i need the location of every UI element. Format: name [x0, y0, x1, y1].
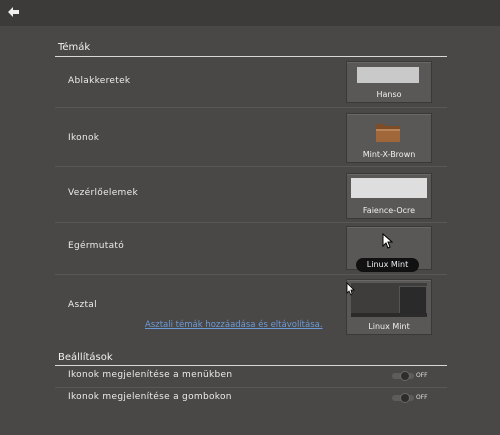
controls-theme-name: Faience-Ocre — [362, 206, 416, 215]
row-divider — [55, 222, 447, 223]
panel-preview — [351, 313, 427, 317]
icons-theme-button[interactable]: Mint-X-Brown — [346, 113, 432, 163]
tooltip: Linux Mint — [356, 258, 419, 272]
toggle-label-button-icons: Ikonok megjelenítése a gombokon — [68, 392, 232, 402]
row-label-desktop: Asztal — [68, 300, 97, 310]
back-arrow-icon[interactable] — [7, 7, 21, 19]
window-borders-theme-button[interactable]: Hanso — [346, 61, 432, 103]
section-title-themes: Témák — [58, 42, 91, 53]
section-divider — [55, 56, 447, 57]
desktop-preview — [351, 283, 427, 317]
row-label-mouse-pointer: Egérmutató — [68, 241, 125, 251]
section-title-settings: Beállítások — [58, 352, 113, 363]
desktop-theme-name: Linux Mint — [368, 322, 410, 331]
cursor-preview-icon — [382, 232, 394, 253]
desktop-theme-button[interactable]: Linux Mint — [346, 279, 432, 335]
row-label-icons: Ikonok — [68, 133, 100, 143]
mouse-cursor-icon — [346, 281, 356, 300]
row-divider — [55, 107, 447, 108]
section-divider — [55, 365, 447, 366]
row-divider — [55, 274, 447, 275]
row-divider — [55, 166, 447, 167]
toggle-label-menu-icons: Ikonok megjelenítése a menükben — [68, 370, 233, 380]
controls-theme-button[interactable]: Faience-Ocre — [346, 173, 432, 219]
toggle-state: OFF — [416, 394, 428, 401]
icons-theme-name: Mint-X-Brown — [362, 150, 416, 159]
title-bar — [0, 0, 500, 26]
window-border-preview — [357, 67, 419, 83]
window-borders-theme-name: Hanso — [376, 90, 402, 99]
row-label-controls: Vezérlőelemek — [68, 188, 138, 198]
row-divider — [55, 387, 447, 388]
menu-icons-toggle[interactable]: OFF — [392, 371, 430, 381]
desktop-themes-link[interactable]: Asztali témák hozzáadása és eltávolítása… — [145, 320, 323, 330]
button-icons-toggle[interactable]: OFF — [392, 393, 430, 403]
toggle-knob — [400, 393, 410, 403]
row-label-window-borders: Ablakkeretek — [68, 76, 131, 86]
toggle-knob — [400, 371, 410, 381]
controls-preview — [351, 178, 427, 198]
folder-icon — [375, 120, 401, 144]
menu-preview — [399, 286, 427, 316]
toggle-state: OFF — [416, 372, 428, 379]
